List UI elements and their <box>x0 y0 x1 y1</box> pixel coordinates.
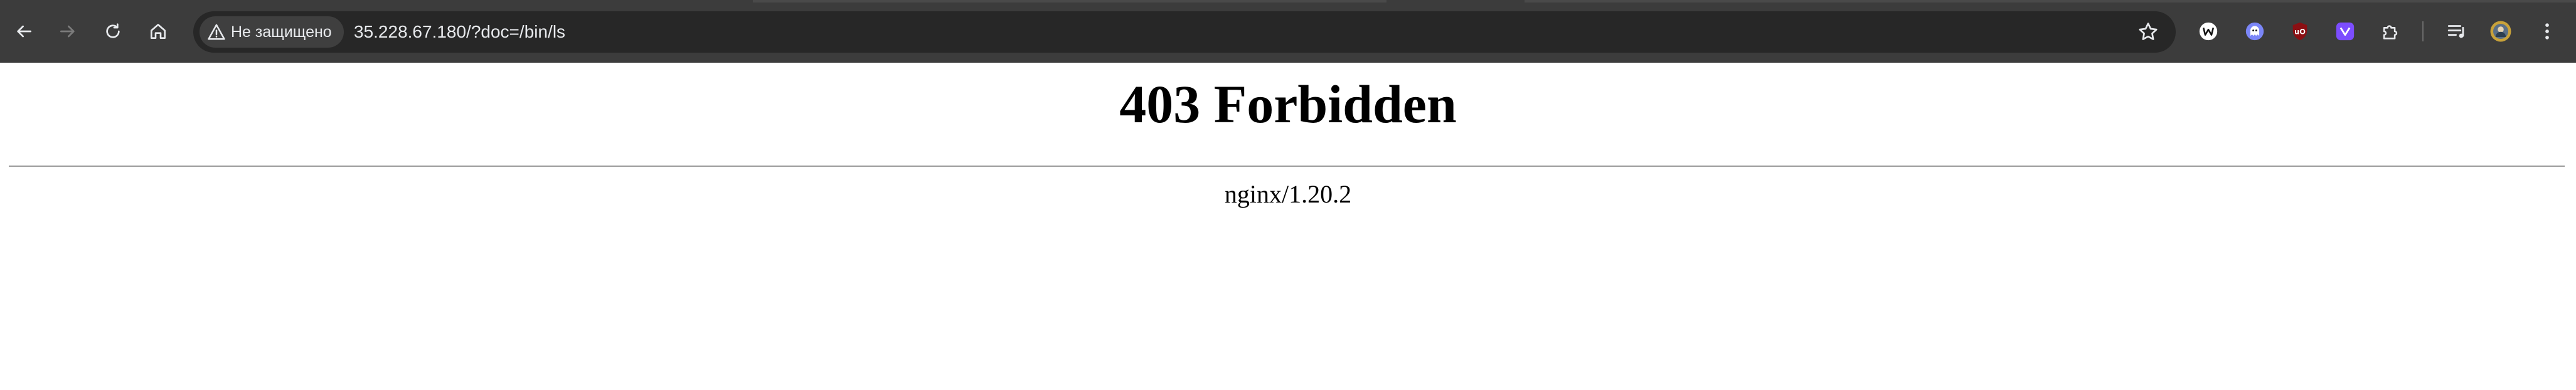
warning-triangle-icon <box>208 24 225 40</box>
server-signature: nginx/1.20.2 <box>1224 180 1352 208</box>
security-label: Не защищено <box>231 23 332 41</box>
page-title: 403 Forbidden <box>1119 74 1457 134</box>
tab-strip-edge <box>1525 0 2576 3</box>
horizontal-rule <box>9 166 2565 167</box>
address-bar[interactable]: Не защищено 35.228.67.180/?doc=/bin/ls <box>193 11 2176 53</box>
kebab-menu-icon[interactable] <box>2536 20 2558 43</box>
purple-shield-extension-icon[interactable] <box>2334 20 2356 43</box>
page-content: 403 Forbidden nginx/1.20.2 <box>0 63 2576 390</box>
security-indicator-button[interactable]: Не защищено <box>200 16 344 48</box>
toolbar-divider <box>2422 21 2424 41</box>
url-text[interactable]: 35.228.67.180/?doc=/bin/ls <box>354 21 565 43</box>
ublock-origin-icon[interactable]: uO <box>2289 20 2311 43</box>
arrow-right-icon <box>60 25 75 38</box>
home-icon <box>151 24 166 39</box>
media-queue-icon[interactable] <box>2446 20 2468 43</box>
arrow-left-icon <box>17 25 31 38</box>
avatar[interactable] <box>2489 20 2512 43</box>
forward-button[interactable] <box>50 14 85 49</box>
w-circle-extension-icon[interactable] <box>2197 20 2220 43</box>
home-button[interactable] <box>141 14 176 49</box>
reload-button[interactable] <box>95 14 130 49</box>
svg-text:uO: uO <box>2294 27 2306 36</box>
browser-toolbar: Не защищено 35.228.67.180/?doc=/bin/ls u… <box>0 0 2576 63</box>
ghost-extension-icon[interactable] <box>2243 20 2266 43</box>
back-button[interactable] <box>6 14 41 49</box>
reload-icon <box>106 23 120 38</box>
star-icon[interactable] <box>2137 21 2159 43</box>
tab-strip-edge <box>753 0 1386 3</box>
puzzle-piece-icon[interactable] <box>2379 20 2402 43</box>
